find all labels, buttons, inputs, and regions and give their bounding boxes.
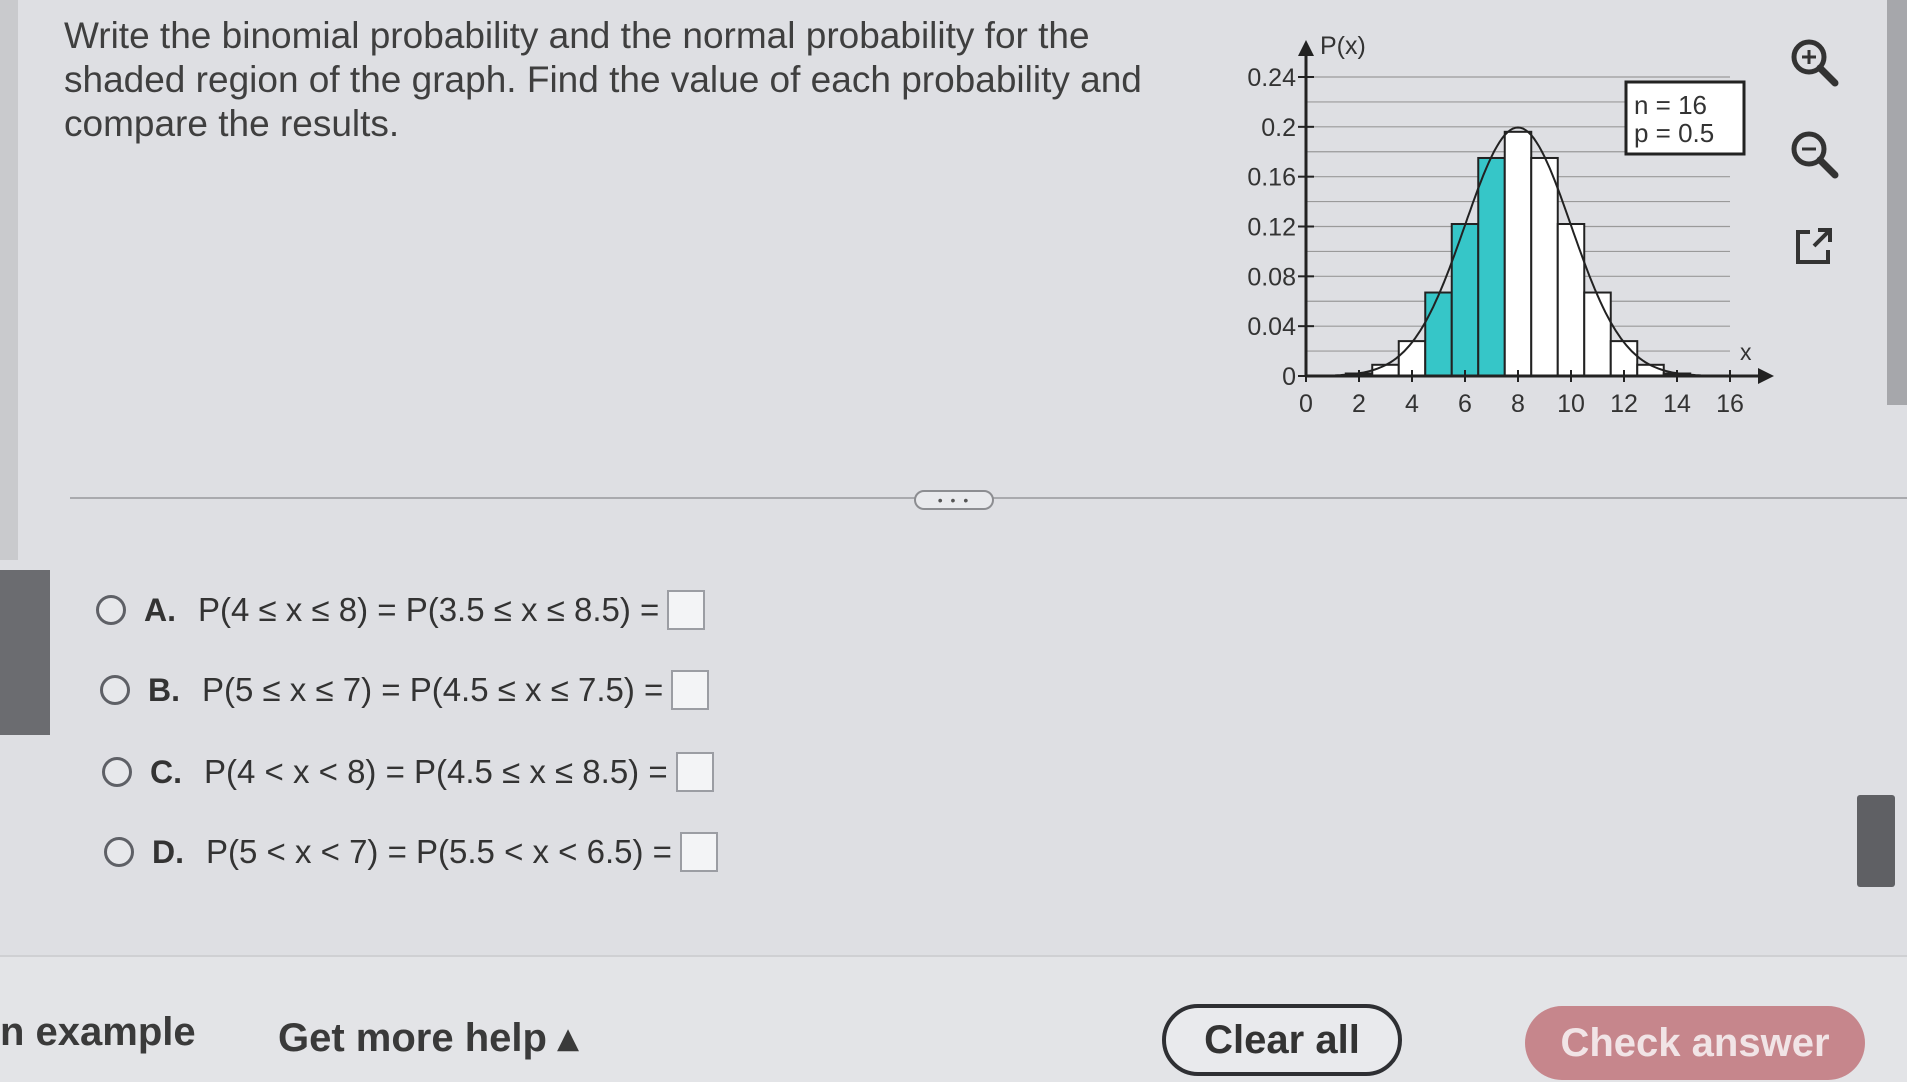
radio-d[interactable] [104, 837, 134, 867]
x-tick-label: 0 [1299, 390, 1313, 418]
y-tick-label: 0.24 [1247, 64, 1296, 92]
radio-b[interactable] [100, 675, 130, 705]
right-scrollbar-thumb[interactable] [1857, 795, 1895, 887]
legend-text: n = 16 [1634, 90, 1707, 120]
left-edge-stripe [0, 0, 18, 560]
option-d[interactable]: D. P(5 < x < 7) = P(5.5 < x < 6.5) = [104, 832, 718, 872]
option-letter: D. [152, 833, 184, 870]
option-a[interactable]: A. P(4 ≤ x ≤ 8) = P(3.5 ≤ x ≤ 8.5) = [96, 590, 706, 630]
y-tick-label: 0 [1282, 363, 1296, 391]
x-tick-label: 2 [1352, 390, 1366, 418]
x-tick-label: 4 [1405, 390, 1419, 418]
view-example-link[interactable]: n example [0, 1010, 196, 1055]
histogram-bar [1450, 223, 1480, 377]
answer-input-d[interactable] [679, 832, 718, 872]
zoom-out-icon[interactable] [1782, 122, 1846, 186]
y-tick-label: 0.08 [1247, 263, 1296, 291]
answer-input-b[interactable] [671, 670, 710, 710]
y-axis-arrow [1298, 40, 1314, 56]
clear-all-button[interactable]: Clear all [1162, 1004, 1402, 1076]
histogram-bar [1636, 363, 1665, 378]
y-tick-label: 0.2 [1261, 114, 1296, 142]
option-letter: B. [148, 671, 180, 708]
check-answer-button[interactable]: Check answer [1525, 1006, 1865, 1080]
radio-c[interactable] [102, 757, 132, 787]
x-tick-label: 10 [1557, 390, 1585, 418]
expand-button[interactable]: • • • [914, 490, 994, 510]
x-tick-label: 12 [1610, 390, 1638, 418]
radio-a[interactable] [96, 595, 126, 625]
legend-text: p = 0.5 [1634, 118, 1714, 148]
question-text: Write the binomial probability and the n… [64, 15, 1142, 144]
binomial-chart: 0.24 0.2 0.16 0.12 0.08 0.04 0 0 2 4 6 8 10 12 14 16 P(x… [1220, 20, 1800, 440]
x-axis-arrow [1758, 368, 1774, 384]
option-expression: P(5 < x < 7) = P(5.5 < x < 6.5) = [206, 833, 672, 870]
histogram-bar [1477, 156, 1506, 377]
option-b[interactable]: B. P(5 ≤ x ≤ 7) = P(4.5 ≤ x ≤ 7.5) = [100, 670, 710, 710]
x-tick-label: 8 [1511, 390, 1525, 418]
x-tick-label: 6 [1458, 390, 1472, 418]
popout-icon[interactable] [1782, 214, 1846, 278]
histogram-bar [1503, 130, 1533, 377]
y-tick-label: 0.16 [1247, 164, 1296, 192]
histogram-bar [1530, 156, 1559, 377]
x-axis-label: x [1740, 339, 1752, 365]
get-more-help-link[interactable]: Get more help ▴ [278, 1015, 578, 1061]
histogram-bar [1424, 291, 1453, 378]
left-scroll-handle[interactable] [0, 570, 50, 735]
option-c[interactable]: C. P(4 < x < 8) = P(4.5 ≤ x ≤ 8.5) = [102, 752, 714, 792]
answer-input-a[interactable] [667, 590, 706, 630]
zoom-in-icon[interactable] [1782, 30, 1846, 94]
option-expression: P(4 ≤ x ≤ 8) = P(3.5 ≤ x ≤ 8.5) = [198, 591, 660, 628]
chart-svg: 0.24 0.2 0.16 0.12 0.08 0.04 00 2 4 6 8 10 12 14 16 P(x… [1247, 32, 1774, 418]
right-edge-panel [1887, 0, 1907, 405]
x-tick-label: 16 [1716, 390, 1744, 418]
option-letter: C. [150, 753, 182, 790]
y-tick-label: 0.12 [1247, 214, 1296, 242]
option-expression: P(4 < x < 8) = P(4.5 ≤ x ≤ 8.5) = [204, 753, 668, 790]
answer-input-c[interactable] [675, 752, 714, 792]
x-tick-label: 14 [1663, 390, 1691, 418]
histogram-bar [1583, 291, 1612, 378]
y-axis-label: P(x) [1320, 32, 1366, 60]
option-letter: A. [144, 591, 176, 628]
histogram-bar [1371, 363, 1400, 378]
histogram-bar [1556, 223, 1586, 377]
option-expression: P(5 ≤ x ≤ 7) = P(4.5 ≤ x ≤ 7.5) = [202, 671, 664, 708]
y-tick-label: 0.04 [1247, 313, 1296, 341]
